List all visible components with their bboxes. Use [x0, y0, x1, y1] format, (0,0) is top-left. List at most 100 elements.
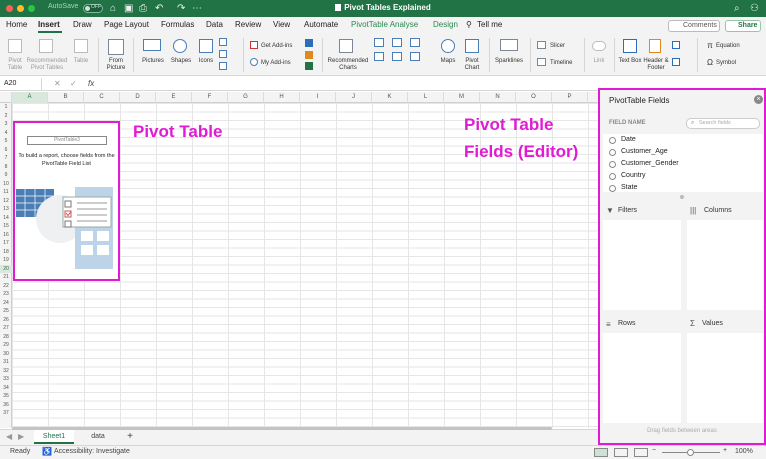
- pivot-chart-icon[interactable]: [465, 39, 479, 53]
- field-checkbox-customer-gender[interactable]: [609, 161, 616, 168]
- tab-draw[interactable]: Draw: [73, 20, 92, 29]
- values-drop-area[interactable]: [687, 333, 763, 423]
- equation-icon[interactable]: π: [705, 42, 715, 50]
- add-sheet-button[interactable]: +: [122, 430, 138, 444]
- column-header-g[interactable]: G: [228, 92, 264, 103]
- sheet-tab-data[interactable]: data: [80, 430, 116, 444]
- row-header-8[interactable]: 8: [0, 163, 12, 172]
- rows-drop-area[interactable]: [603, 333, 681, 423]
- line-chart-icon[interactable]: [410, 38, 420, 47]
- get-addins-icon[interactable]: [250, 41, 258, 49]
- row-header-3[interactable]: 3: [0, 120, 12, 129]
- column-header-c[interactable]: C: [84, 92, 120, 103]
- from-picture-button[interactable]: From Picture: [103, 58, 129, 72]
- recommended-pivot-icon[interactable]: [39, 39, 53, 53]
- row-header-32[interactable]: 32: [0, 367, 12, 376]
- field-state[interactable]: State: [621, 182, 637, 192]
- table-icon[interactable]: [74, 39, 88, 53]
- slicer-icon[interactable]: [537, 41, 546, 49]
- row-header-26[interactable]: 26: [0, 316, 12, 325]
- row-header-23[interactable]: 23: [0, 290, 12, 299]
- row-header-10[interactable]: 10: [0, 180, 12, 189]
- screenshot-icon[interactable]: [219, 62, 227, 70]
- timeline-icon[interactable]: [537, 58, 546, 66]
- pivot-table-button[interactable]: Pivot Table: [4, 58, 26, 72]
- slicer-button[interactable]: Slicer: [550, 43, 580, 50]
- equation-button[interactable]: Equation: [716, 43, 756, 50]
- row-header-14[interactable]: 14: [0, 214, 12, 223]
- table-button[interactable]: Table: [72, 58, 90, 65]
- shapes-button[interactable]: Shapes: [169, 58, 193, 65]
- row-header-16[interactable]: 16: [0, 231, 12, 240]
- column-header-j[interactable]: J: [336, 92, 372, 103]
- row-header-24[interactable]: 24: [0, 299, 12, 308]
- column-header-m[interactable]: M: [444, 92, 480, 103]
- hierarchy-chart-icon[interactable]: [392, 38, 402, 47]
- row-header-18[interactable]: 18: [0, 248, 12, 257]
- field-customer-age[interactable]: Customer_Age: [621, 146, 668, 158]
- column-header-b[interactable]: B: [48, 92, 84, 103]
- next-sheet-icon[interactable]: ▶: [18, 432, 24, 441]
- shapes-icon[interactable]: [173, 39, 187, 53]
- row-header-27[interactable]: 27: [0, 324, 12, 333]
- field-customer-gender[interactable]: Customer_Gender: [621, 158, 679, 170]
- sheet-tab-sheet1[interactable]: Sheet1: [34, 430, 74, 444]
- search-fields-input[interactable]: ⌕ Search fields: [686, 118, 760, 129]
- row-header-11[interactable]: 11: [0, 188, 12, 197]
- tab-view[interactable]: View: [273, 20, 290, 29]
- comments-button[interactable]: Comments: [668, 20, 720, 32]
- row-header-33[interactable]: 33: [0, 375, 12, 384]
- row-header-2[interactable]: 2: [0, 112, 12, 121]
- row-header-13[interactable]: 13: [0, 205, 12, 214]
- icons-button[interactable]: Icons: [196, 58, 216, 65]
- row-header-36[interactable]: 36: [0, 401, 12, 410]
- maps-button[interactable]: Maps: [437, 58, 459, 65]
- tab-home[interactable]: Home: [6, 20, 27, 29]
- column-header-h[interactable]: H: [264, 92, 300, 103]
- wordart-icon[interactable]: [672, 41, 680, 49]
- column-header-o[interactable]: O: [516, 92, 552, 103]
- splitter-handle[interactable]: [680, 195, 684, 199]
- row-header-21[interactable]: 21: [0, 273, 12, 282]
- tab-insert[interactable]: Insert: [38, 20, 60, 29]
- column-header-a[interactable]: A: [12, 92, 48, 103]
- pivot-table-placeholder[interactable]: PivotTable3 To build a report, choose fi…: [13, 121, 120, 281]
- column-header-n[interactable]: N: [480, 92, 516, 103]
- row-header-22[interactable]: 22: [0, 282, 12, 291]
- get-addins-button[interactable]: Get Add-ins: [261, 43, 301, 50]
- row-header-12[interactable]: 12: [0, 197, 12, 206]
- my-addins-icon[interactable]: [250, 58, 258, 66]
- row-header-30[interactable]: 30: [0, 350, 12, 359]
- tab-design[interactable]: Design: [433, 20, 458, 29]
- scatter-chart-icon[interactable]: [410, 52, 420, 61]
- select-all-corner[interactable]: [0, 92, 12, 103]
- tab-tell-me[interactable]: Tell me: [477, 20, 502, 29]
- symbol-button[interactable]: Symbol: [716, 60, 756, 67]
- row-header-20[interactable]: 20: [0, 264, 12, 273]
- sparklines-button[interactable]: Sparklines: [492, 58, 526, 65]
- row-header-17[interactable]: 17: [0, 239, 12, 248]
- row-header-9[interactable]: 9: [0, 171, 12, 180]
- function-icon[interactable]: fx: [88, 78, 94, 90]
- tab-formulas[interactable]: Formulas: [161, 20, 194, 29]
- row-header-4[interactable]: 4: [0, 129, 12, 138]
- symbol-icon[interactable]: Ω: [705, 59, 715, 67]
- row-header-6[interactable]: 6: [0, 146, 12, 155]
- stats-chart-icon[interactable]: [392, 52, 402, 61]
- pie-chart-icon[interactable]: [374, 52, 384, 61]
- page-break-view-icon[interactable]: [634, 448, 648, 457]
- horizontal-scrollbar[interactable]: [12, 427, 552, 430]
- zoom-out-icon[interactable]: −: [652, 447, 656, 454]
- row-header-29[interactable]: 29: [0, 341, 12, 350]
- recommended-charts-icon[interactable]: [339, 39, 353, 53]
- field-checkbox-date[interactable]: [609, 137, 616, 144]
- 3d-models-icon[interactable]: [219, 38, 227, 46]
- column-header-l[interactable]: L: [408, 92, 444, 103]
- row-header-28[interactable]: 28: [0, 333, 12, 342]
- row-header-31[interactable]: 31: [0, 358, 12, 367]
- filters-drop-area[interactable]: [603, 220, 681, 310]
- smartart-icon[interactable]: [219, 50, 227, 58]
- timeline-button[interactable]: Timeline: [550, 60, 580, 67]
- accessibility-status[interactable]: Accessibility: Investigate: [54, 448, 130, 455]
- link-button[interactable]: Link: [588, 58, 610, 65]
